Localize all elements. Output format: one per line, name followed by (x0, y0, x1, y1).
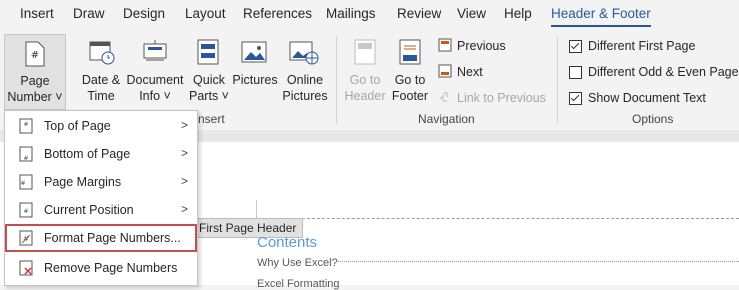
toc-dot-leader (338, 261, 739, 262)
checkbox-label: Different Odd & Even Pages (588, 65, 739, 79)
toc-entry[interactable]: Why Use Excel? (257, 257, 338, 269)
tab-layout[interactable]: Layout (185, 6, 226, 21)
margin-marker (256, 200, 257, 218)
previous-button[interactable]: Previous (457, 39, 506, 53)
menu-item-format-page-numbers[interactable]: # Format Page Numbers... (5, 224, 197, 252)
checkbox-label: Different First Page (588, 39, 696, 53)
remove-page-numbers-icon (19, 260, 33, 276)
pictures-button[interactable]: Pictures (232, 72, 278, 88)
checkbox-unchecked-icon (569, 65, 582, 79)
menu-item-page-margins[interactable]: # Page Margins > (5, 168, 197, 196)
go-to-footer-button[interactable]: Go to Footer (388, 72, 432, 104)
tab-header-footer[interactable]: Header & Footer (551, 6, 651, 27)
go-to-footer-icon (399, 39, 421, 65)
menu-item-remove-page-numbers[interactable]: Remove Page Numbers (5, 254, 197, 282)
menu-item-label: Top of Page (44, 119, 111, 133)
page-bottom-icon: # (19, 146, 33, 162)
link-icon (439, 92, 448, 102)
group-separator (336, 36, 337, 124)
ribbon-tab-bar: Insert Draw Design Layout References Mai… (0, 0, 739, 30)
group-separator (557, 36, 558, 124)
svg-text:#: # (31, 50, 39, 61)
format-page-numbers-icon: # (19, 230, 33, 246)
chevron-right-icon: > (181, 118, 189, 132)
menu-item-label: Page Margins (44, 175, 122, 189)
checkbox-label: Show Document Text (588, 91, 706, 105)
chevron-right-icon: > (181, 174, 189, 188)
page-margins-icon: # (19, 174, 33, 190)
contents-heading: Contents (257, 234, 318, 251)
menu-item-current-position[interactable]: # Current Position > (5, 196, 197, 224)
menu-item-bottom-of-page[interactable]: # Bottom of Page > (5, 140, 197, 168)
checkbox-checked-icon (569, 39, 582, 53)
next-button[interactable]: Next (457, 65, 483, 79)
calendar-clock-icon (89, 41, 115, 65)
date-time-button[interactable]: Date & Time (78, 72, 124, 104)
tab-mailings[interactable]: Mailings (326, 6, 376, 21)
chevron-right-icon: > (181, 202, 189, 216)
previous-icon (438, 38, 452, 52)
different-odd-even-checkbox[interactable]: Different Odd & Even Pages (569, 65, 739, 79)
online-pictures-icon (289, 41, 319, 65)
navigation-group-label: Navigation (418, 112, 475, 126)
document-info-icon (143, 40, 167, 61)
tab-design[interactable]: Design (123, 6, 165, 21)
tab-help[interactable]: Help (504, 6, 532, 21)
tab-insert[interactable]: Insert (20, 6, 54, 21)
menu-item-label: Remove Page Numbers (44, 261, 178, 275)
pictures-icon (241, 41, 267, 63)
checkbox-checked-icon (569, 91, 582, 105)
go-to-header-icon (354, 39, 376, 65)
page-number-icon: # (25, 41, 45, 67)
page-number-label: Page Number ˅ (7, 74, 63, 104)
quick-parts-icon (197, 39, 219, 65)
current-position-icon: # (19, 202, 33, 218)
go-to-header-button[interactable]: Go to Header (342, 72, 388, 104)
svg-text:#: # (23, 155, 28, 162)
tab-review[interactable]: Review (397, 6, 441, 21)
page-number-menu: # Top of Page > # Bottom of Page > # Pag… (4, 110, 198, 286)
menu-item-label: Current Position (44, 203, 134, 217)
toc-entry[interactable]: Excel Formatting (257, 278, 340, 290)
different-first-page-checkbox[interactable]: Different First Page (569, 39, 695, 53)
options-group-label: Options (632, 112, 674, 126)
tab-view[interactable]: View (457, 6, 486, 21)
tab-references[interactable]: References (243, 6, 312, 21)
link-to-previous-button[interactable]: Link to Previous (457, 91, 546, 105)
page-top-icon: # (19, 118, 33, 134)
chevron-right-icon: > (181, 146, 189, 160)
show-document-text-checkbox[interactable]: Show Document Text (569, 91, 706, 105)
menu-item-label: Bottom of Page (44, 147, 131, 161)
svg-text:#: # (23, 121, 28, 128)
menu-item-label: Format Page Numbers... (44, 231, 181, 245)
insert-group-label: nsert (198, 112, 225, 126)
quick-parts-button[interactable]: Quick Parts ˅ (188, 72, 230, 104)
next-icon (438, 64, 452, 78)
menu-item-top-of-page[interactable]: # Top of Page > (5, 112, 197, 140)
document-info-button[interactable]: Document Info ˅ (126, 72, 184, 104)
svg-text:#: # (20, 180, 25, 187)
online-pictures-button[interactable]: Online Pictures (280, 72, 330, 104)
page-number-button[interactable]: # Page Number ˅ (4, 34, 66, 110)
svg-text:#: # (23, 208, 28, 215)
tab-draw[interactable]: Draw (73, 6, 105, 21)
